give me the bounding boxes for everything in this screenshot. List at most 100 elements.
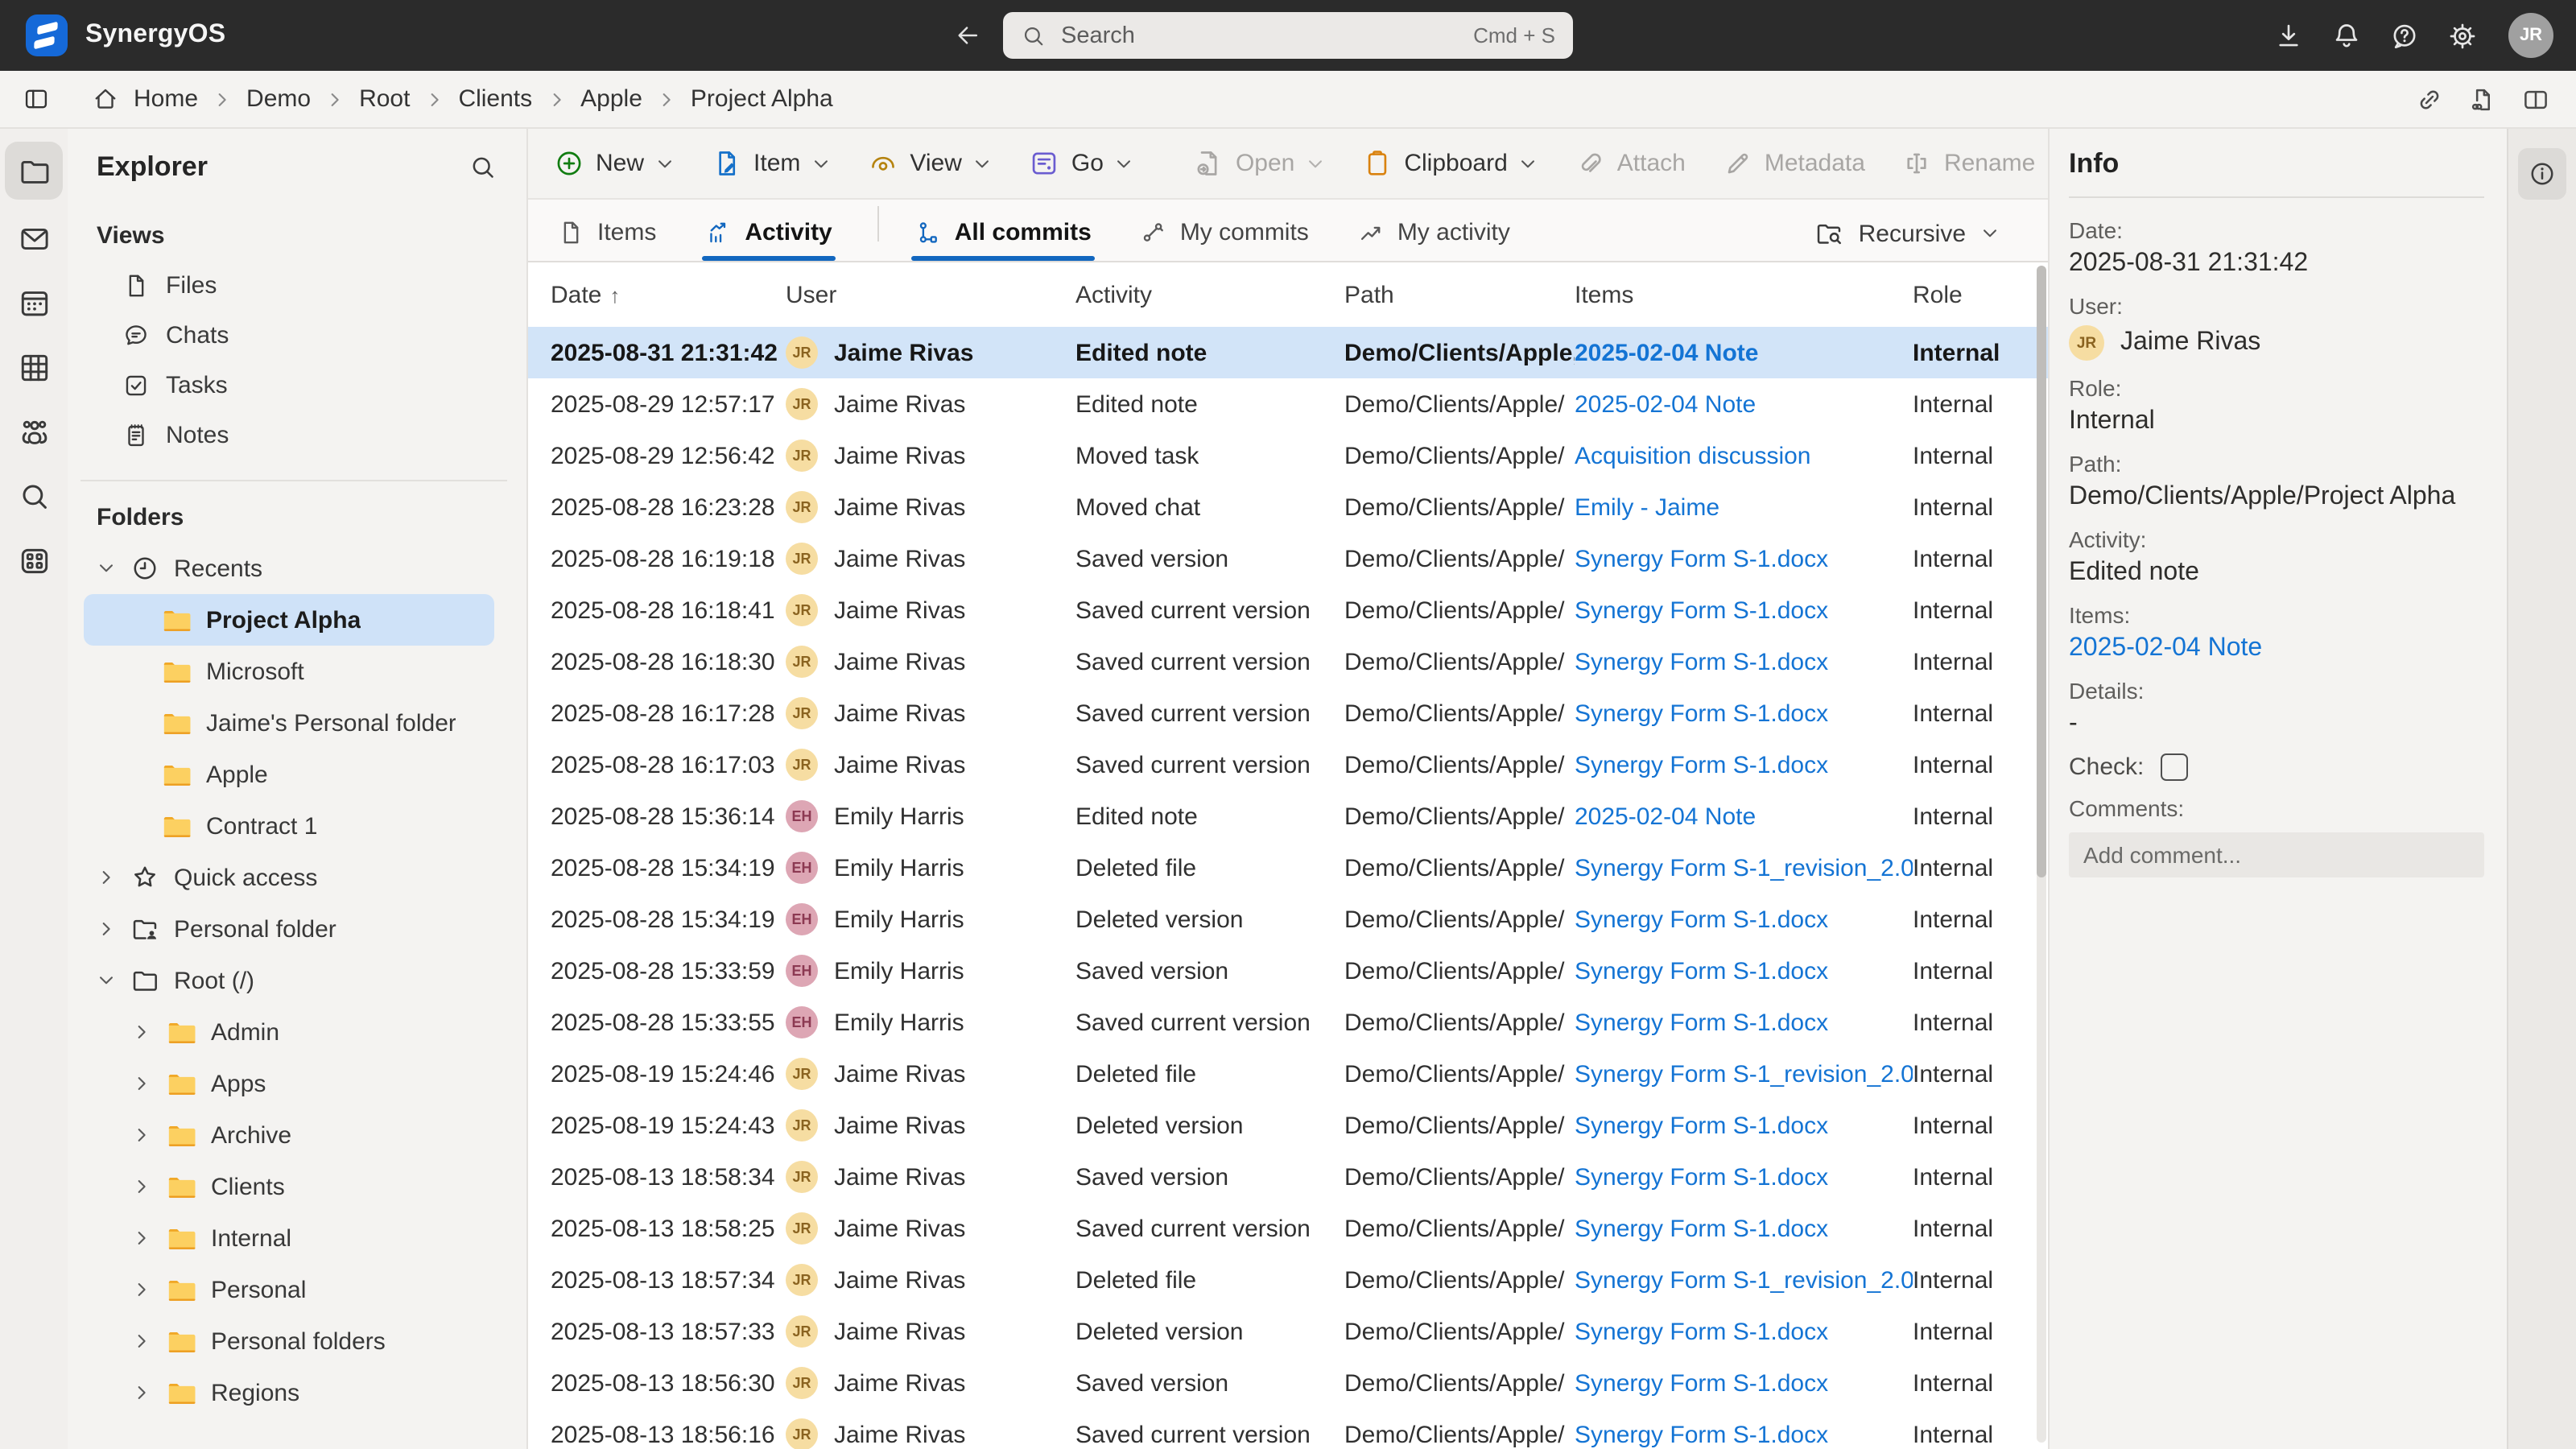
folder-item-apps[interactable]: Apps — [74, 1058, 514, 1109]
item-link[interactable]: Synergy Form S-1.docx — [1575, 1421, 1828, 1448]
search-input[interactable]: Search Cmd + S — [1003, 12, 1573, 59]
item-link[interactable]: 2025-02-04 Note — [1575, 339, 1758, 366]
user-avatar[interactable]: JR — [2508, 13, 2553, 58]
item-link[interactable]: Emily - Jaime — [1575, 493, 1719, 521]
rename-button[interactable]: Rename — [1902, 148, 2035, 179]
folder-item-clients[interactable]: Clients — [74, 1161, 514, 1212]
table-row[interactable]: 2025-08-31 21:31:42 JR Jaime Rivas Edited n… — [528, 327, 2048, 378]
table-row[interactable]: 2025-08-28 16:17:28 JR Jaime Rivas Saved cu… — [528, 687, 2048, 739]
folder-item-personal-folders[interactable]: Personal folders — [74, 1315, 514, 1367]
table-row[interactable]: 2025-08-13 18:58:25 JR Jaime Rivas Saved cu… — [528, 1203, 2048, 1254]
tab-all-commits[interactable]: All commits — [910, 219, 1095, 261]
copy-link-icon[interactable] — [2415, 85, 2444, 114]
tab-my-activity[interactable]: My activity — [1354, 219, 1513, 261]
check-checkbox[interactable] — [2160, 753, 2188, 781]
table-row[interactable]: 2025-08-28 16:19:18 JR Jaime Rivas Saved ve… — [528, 533, 2048, 584]
metadata-button[interactable]: Metadata — [1723, 148, 1865, 179]
table-row[interactable]: 2025-08-28 16:18:41 JR Jaime Rivas Saved cu… — [528, 584, 2048, 636]
item-link[interactable]: Acquisition discussion — [1575, 442, 1811, 469]
folder-item-internal[interactable]: Internal — [74, 1212, 514, 1264]
folder-item-personal[interactable]: Personal — [74, 1264, 514, 1315]
recursive-filter[interactable]: Recursive — [1815, 219, 2000, 261]
item-button[interactable]: Item — [712, 148, 831, 179]
rail-item-people[interactable] — [5, 399, 63, 464]
item-link[interactable]: Synergy Form S-1.docx — [1575, 700, 1828, 727]
notifications-icon[interactable] — [2331, 20, 2362, 51]
item-link[interactable]: 2025-02-04 Note — [1575, 803, 1756, 830]
rail-item-tables[interactable] — [5, 335, 63, 399]
back-icon[interactable] — [953, 21, 982, 50]
new-button[interactable]: New — [554, 148, 675, 179]
folder-item-jaime-s-personal-folder[interactable]: Jaime's Personal folder — [84, 697, 494, 749]
breadcrumb-item[interactable]: Apple — [580, 85, 642, 113]
table-row[interactable]: 2025-08-28 15:34:19 EH Emily Harris Deleted… — [528, 894, 2048, 945]
item-link[interactable]: Synergy Form S-1_revision_2.01 — [1575, 1060, 1913, 1088]
sidebar-item-quick-access[interactable]: Quick access — [74, 852, 514, 903]
table-row[interactable]: 2025-08-29 12:56:42 JR Jaime Rivas Moved ta… — [528, 430, 2048, 481]
table-row[interactable]: 2025-08-13 18:58:34 JR Jaime Rivas Saved ve… — [528, 1151, 2048, 1203]
breadcrumb-item[interactable]: Home — [134, 85, 198, 113]
clipboard-button[interactable]: Clipboard — [1362, 148, 1538, 179]
column-header-role[interactable]: Role — [1913, 281, 2048, 308]
sidebar-item-personal-folder[interactable]: Personal folder — [74, 903, 514, 955]
table-row[interactable]: 2025-08-28 15:36:14 EH Emily Harris Edited … — [528, 791, 2048, 842]
open-button[interactable]: Open — [1194, 148, 1325, 179]
folder-item-admin[interactable]: Admin — [74, 1006, 514, 1058]
column-header-items[interactable]: Items — [1575, 281, 1913, 308]
table-scrollbar-thumb[interactable] — [2037, 266, 2046, 877]
chevron-right-icon[interactable] — [132, 1280, 151, 1299]
folder-item-microsoft[interactable]: Microsoft — [84, 646, 494, 697]
split-view-icon[interactable] — [2521, 85, 2550, 114]
folder-item-archive[interactable]: Archive — [74, 1109, 514, 1161]
breadcrumb-item[interactable]: Clients — [458, 85, 532, 113]
table-row[interactable]: 2025-08-28 16:18:30 JR Jaime Rivas Saved cu… — [528, 636, 2048, 687]
chevron-down-icon[interactable] — [97, 971, 116, 990]
chevron-right-icon[interactable] — [97, 919, 116, 939]
rail-item-mail[interactable] — [5, 206, 63, 270]
chevron-right-icon[interactable] — [132, 1383, 151, 1402]
chevron-right-icon[interactable] — [132, 1177, 151, 1196]
item-link[interactable]: Synergy Form S-1_revision_2.01 — [1575, 854, 1913, 881]
add-comment-input[interactable]: Add comment... — [2069, 832, 2484, 877]
sidebar-item-files[interactable]: Files — [74, 261, 514, 311]
item-link[interactable]: Synergy Form S-1.docx — [1575, 1112, 1828, 1139]
column-header-user[interactable]: User — [786, 281, 1075, 308]
folder-item-contract-1[interactable]: Contract 1 — [84, 800, 494, 852]
item-link[interactable]: Synergy Form S-1.docx — [1575, 1163, 1828, 1191]
info-toggle-button[interactable] — [2518, 148, 2566, 200]
sidebar-item-notes[interactable]: Notes — [74, 411, 514, 460]
item-link[interactable]: Synergy Form S-1.docx — [1575, 1215, 1828, 1242]
sidebar-item-chats[interactable]: Chats — [74, 311, 514, 361]
document-link-icon[interactable] — [2468, 85, 2497, 114]
folder-item-apple[interactable]: Apple — [84, 749, 494, 800]
table-row[interactable]: 2025-08-13 18:57:34 JR Jaime Rivas Deleted … — [528, 1254, 2048, 1306]
sidebar-toggle-icon[interactable] — [23, 85, 50, 113]
item-link[interactable]: Synergy Form S-1.docx — [1575, 545, 1828, 572]
sidebar-item-root[interactable]: Root (/) — [74, 955, 514, 1006]
chevron-right-icon[interactable] — [132, 1125, 151, 1145]
table-row[interactable]: 2025-08-28 16:17:03 JR Jaime Rivas Saved cu… — [528, 739, 2048, 791]
table-row[interactable]: 2025-08-28 15:33:55 EH Emily Harris Saved c… — [528, 997, 2048, 1048]
rail-item-apps[interactable] — [5, 528, 63, 592]
breadcrumb-item[interactable]: Demo — [246, 85, 311, 113]
sidebar-search-icon[interactable] — [469, 153, 497, 182]
rail-item-search[interactable] — [5, 464, 63, 528]
table-row[interactable]: 2025-08-28 16:23:28 JR Jaime Rivas Moved ch… — [528, 481, 2048, 533]
table-row[interactable]: 2025-08-13 18:56:30 JR Jaime Rivas Saved ve… — [528, 1357, 2048, 1409]
settings-icon[interactable] — [2447, 20, 2478, 51]
item-link[interactable]: Synergy Form S-1.docx — [1575, 597, 1828, 624]
info-item-link[interactable]: 2025-02-04 Note — [2069, 634, 2484, 663]
view-button[interactable]: View — [868, 148, 993, 179]
item-link[interactable]: Synergy Form S-1.docx — [1575, 648, 1828, 675]
help-icon[interactable] — [2389, 20, 2420, 51]
attach-button[interactable]: Attach — [1575, 148, 1686, 179]
home-icon[interactable] — [92, 85, 119, 113]
column-header-path[interactable]: Path — [1344, 281, 1575, 308]
table-row[interactable]: 2025-08-28 15:34:19 EH Emily Harris Deleted… — [528, 842, 2048, 894]
item-link[interactable]: Synergy Form S-1.docx — [1575, 751, 1828, 778]
item-link[interactable]: Synergy Form S-1.docx — [1575, 1369, 1828, 1397]
table-row[interactable]: 2025-08-19 15:24:43 JR Jaime Rivas Deleted … — [528, 1100, 2048, 1151]
item-link[interactable]: 2025-02-04 Note — [1575, 390, 1756, 418]
tab-items[interactable]: Items — [554, 219, 659, 261]
table-row[interactable]: 2025-08-13 18:56:16 JR Jaime Rivas Saved cu… — [528, 1409, 2048, 1449]
